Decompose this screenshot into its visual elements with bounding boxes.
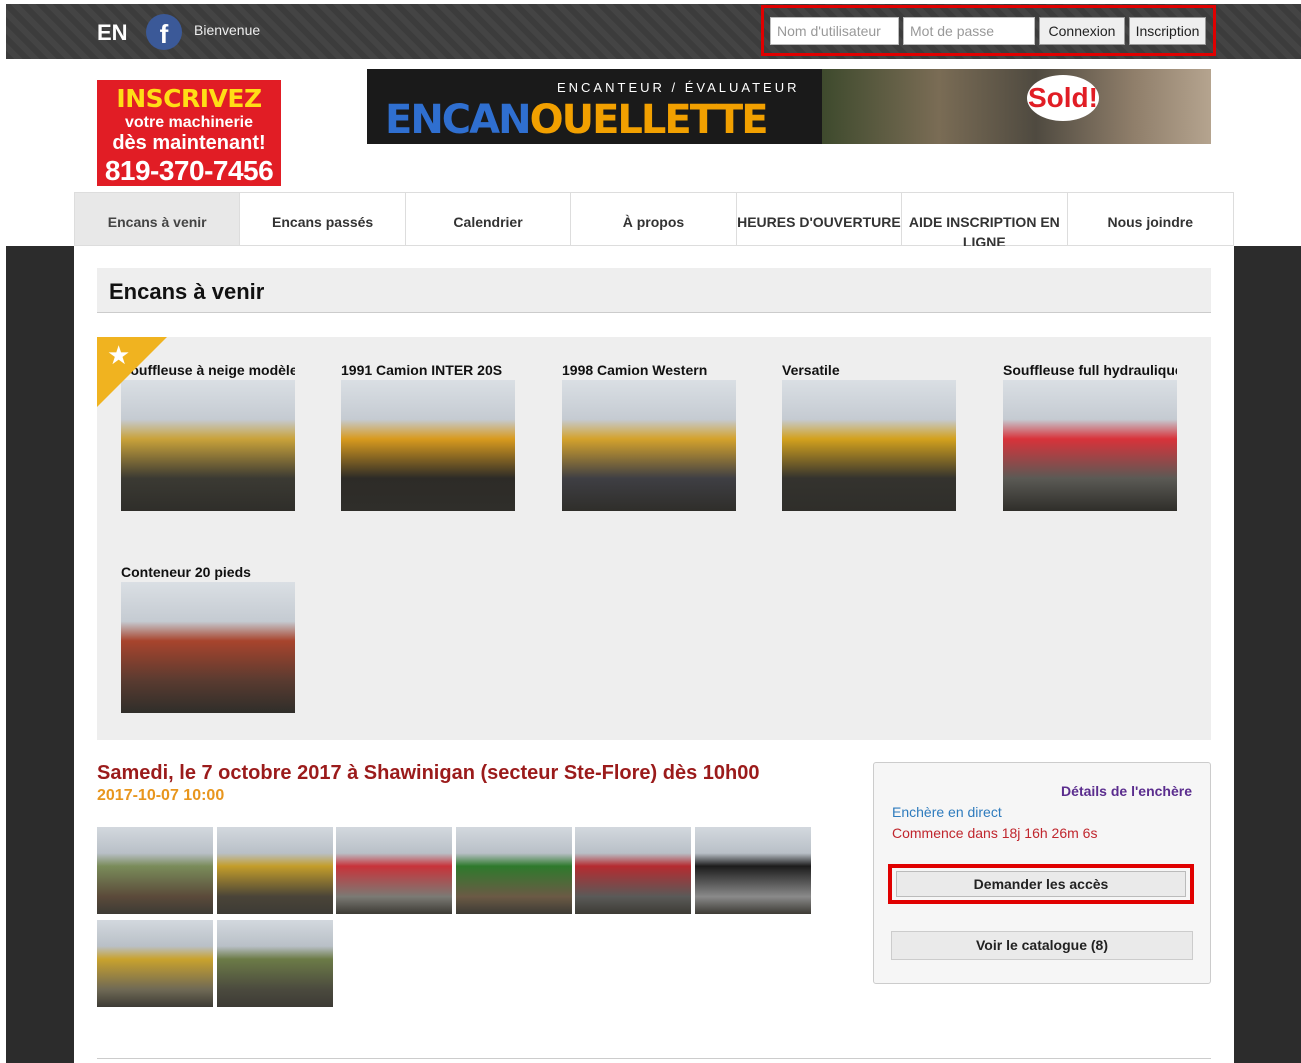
username-input[interactable] — [770, 17, 899, 45]
banner-crowd-photo — [822, 69, 1211, 144]
auction-date: 2017-10-07 10:00 — [97, 787, 225, 804]
featured-item-photo[interactable] — [562, 380, 736, 511]
nav-contact-us[interactable]: Nous joindre — [1068, 193, 1233, 245]
request-access-button[interactable]: Demander les accès — [896, 871, 1186, 897]
nav-past-auctions[interactable]: Encans passés — [240, 193, 406, 245]
sold-bubble: Sold! — [1027, 75, 1099, 121]
auction-title[interactable]: Samedi, le 7 octobre 2017 à Shawinigan (… — [97, 762, 759, 785]
featured-item-photo[interactable] — [782, 380, 956, 511]
view-catalog-button[interactable]: Voir le catalogue (8) — [891, 931, 1193, 960]
request-access-highlight: Demander les accès — [888, 864, 1194, 904]
register-button[interactable]: Inscription — [1129, 17, 1206, 45]
featured-item[interactable]: 1998 Camion Western — [562, 362, 736, 511]
side-panel-right — [1234, 246, 1301, 1063]
side-panel-left — [6, 246, 74, 1063]
nav-upcoming-auctions[interactable]: Encans à venir — [75, 193, 241, 245]
nav-calendar[interactable]: Calendrier — [406, 193, 572, 245]
page-title: Encans à venir — [109, 279, 265, 304]
top-bar: EN f Bienvenue Connexion Inscription — [6, 4, 1301, 59]
featured-item-caption[interactable]: 1998 Camion Western — [562, 362, 736, 380]
featured-item-caption[interactable]: Souffleuse full hydraulique — [1003, 362, 1177, 380]
login-form: Connexion Inscription — [761, 5, 1216, 56]
featured-item-photo[interactable] — [341, 380, 515, 511]
featured-item-caption[interactable]: Versatile — [782, 362, 956, 380]
featured-item[interactable]: Souffleuse full hydraulique — [1003, 362, 1177, 511]
brand-part-1: ENCAN — [385, 97, 532, 143]
auction-thumbnail[interactable] — [217, 920, 333, 1007]
nav-about[interactable]: À propos — [571, 193, 737, 245]
auction-countdown: Commence dans 18j 16h 26m 6s — [892, 825, 1098, 841]
nav-online-registration-help[interactable]: AIDE INSCRIPTION EN LIGNE — [902, 193, 1068, 250]
register-machinery-promo[interactable]: INSCRIVEZ votre machinerie dès maintenan… — [97, 80, 281, 186]
language-switch[interactable]: EN — [97, 20, 128, 46]
banner-tagline: ENCANTEUR / ÉVALUATEUR — [557, 80, 800, 95]
promo-line-3: dès maintenant! — [112, 132, 266, 154]
auction-thumbnail[interactable] — [695, 827, 811, 914]
star-icon: ★ — [107, 340, 131, 370]
welcome-text: Bienvenue — [194, 22, 261, 38]
auction-details-link[interactable]: Détails de l'enchère — [1061, 783, 1192, 799]
main-nav: Encans à venir Encans passés Calendrier … — [74, 192, 1234, 250]
password-input[interactable] — [903, 17, 1035, 45]
promo-line-2: votre machinerie — [124, 114, 254, 131]
auction-thumbnail[interactable] — [336, 827, 452, 914]
featured-lots: Souffleuse à neige modèle 1991 Camion IN… — [97, 337, 1211, 740]
featured-item-caption[interactable]: Conteneur 20 pieds — [121, 564, 295, 582]
featured-item[interactable]: Versatile — [782, 362, 956, 511]
divider — [97, 1058, 1211, 1059]
facebook-icon[interactable]: f — [146, 14, 182, 50]
featured-item[interactable]: Conteneur 20 pieds — [121, 564, 295, 713]
nav-opening-hours[interactable]: HEURES D'OUVERTURE — [737, 193, 903, 245]
auction-thumbnail[interactable] — [456, 827, 572, 914]
promo-phone: 819-370-7456 — [104, 155, 274, 186]
main-content: Encans à venir Souffleuse à neige modèle… — [74, 246, 1234, 1063]
auction-thumbnail[interactable] — [217, 827, 333, 914]
brand-logo: ENCANOUELLETTE — [385, 97, 769, 143]
featured-item-photo[interactable] — [121, 582, 295, 713]
promo-line-1: INSCRIVEZ — [116, 84, 262, 113]
live-bidding-label: Enchère en direct — [892, 804, 1002, 820]
featured-item-caption[interactable]: 1991 Camion INTER 20S — [341, 362, 515, 380]
auction-thumbnail[interactable] — [575, 827, 691, 914]
page-title-bar: Encans à venir — [97, 268, 1211, 313]
auction-thumbnail[interactable] — [97, 920, 213, 1007]
featured-item[interactable]: 1991 Camion INTER 20S — [341, 362, 515, 511]
auction-details-panel: Détails de l'enchère Enchère en direct C… — [873, 762, 1211, 984]
featured-item-photo[interactable] — [1003, 380, 1177, 511]
site-banner-logo[interactable]: ENCANTEUR / ÉVALUATEUR ENCANOUELLETTE So… — [367, 69, 1211, 144]
brand-part-2: OUELLETTE — [529, 97, 769, 143]
login-button[interactable]: Connexion — [1039, 17, 1125, 45]
auction-thumbnail[interactable] — [97, 827, 213, 914]
